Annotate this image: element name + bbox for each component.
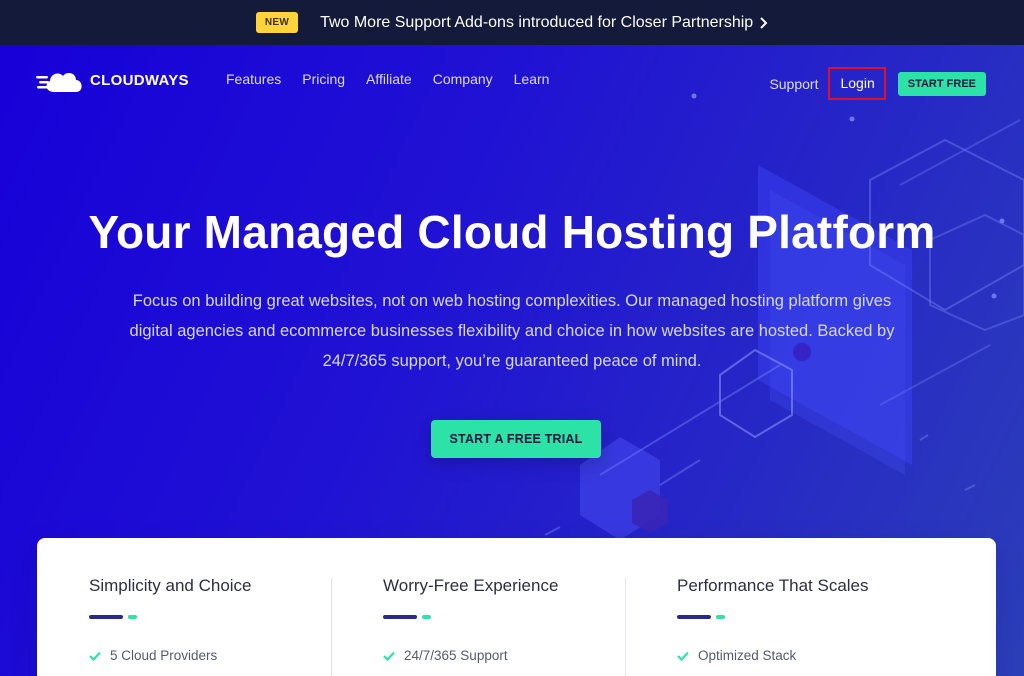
feature-item-label: 24/7/365 Support <box>404 648 508 663</box>
main-nav: Features Pricing Affiliate Company Learn <box>226 71 549 87</box>
feature-item: 5 Cloud Providers <box>89 648 217 663</box>
nav-affiliate[interactable]: Affiliate <box>366 71 412 87</box>
feature-item-label: 5 Cloud Providers <box>110 648 218 663</box>
announcement-text: Two More Support Add-ons introduced for … <box>320 13 754 31</box>
chevron-right-icon <box>760 16 768 29</box>
features-card: Simplicity and Choice 5 Cloud Providers … <box>37 538 996 676</box>
feature-title: Simplicity and Choice <box>89 576 252 595</box>
nav-learn[interactable]: Learn <box>514 71 550 87</box>
feature-title: Worry-Free Experience <box>383 576 559 595</box>
feature-item-label: Optimized Stack <box>698 648 797 663</box>
start-free-button[interactable]: START FREE <box>897 71 986 96</box>
nav-company[interactable]: Company <box>433 71 493 87</box>
feature-item: Optimized Stack <box>677 648 796 663</box>
support-link[interactable]: Support <box>769 76 818 92</box>
new-badge: NEW <box>255 12 299 33</box>
cloud-icon <box>36 72 82 92</box>
accent-bar <box>677 615 725 619</box>
hero-title: Your Managed Cloud Hosting Platform <box>88 206 936 258</box>
check-icon <box>89 651 101 661</box>
column-divider <box>625 578 626 676</box>
accent-bar <box>383 615 431 619</box>
nav-right: Support Login START FREE <box>769 67 986 100</box>
announcement-link[interactable]: Two More Support Add-ons introduced for … <box>320 14 768 32</box>
feature-title: Performance That Scales <box>677 576 869 595</box>
login-link[interactable]: Login <box>828 67 886 100</box>
column-divider <box>331 578 332 676</box>
start-free-trial-button[interactable]: START A FREE TRIAL <box>431 420 601 458</box>
nav-features[interactable]: Features <box>226 71 281 87</box>
check-icon <box>677 651 689 661</box>
check-icon <box>383 651 395 661</box>
logo[interactable]: CLOUDWAYS <box>36 66 189 94</box>
announcement-bar: NEW Two More Support Add-ons introduced … <box>0 0 1024 45</box>
logo-text: CLOUDWAYS <box>90 71 189 89</box>
feature-item: 24/7/365 Support <box>383 648 508 663</box>
accent-bar <box>89 615 137 619</box>
hero-description: Focus on building great websites, not on… <box>129 292 895 370</box>
nav-pricing[interactable]: Pricing <box>302 71 345 87</box>
